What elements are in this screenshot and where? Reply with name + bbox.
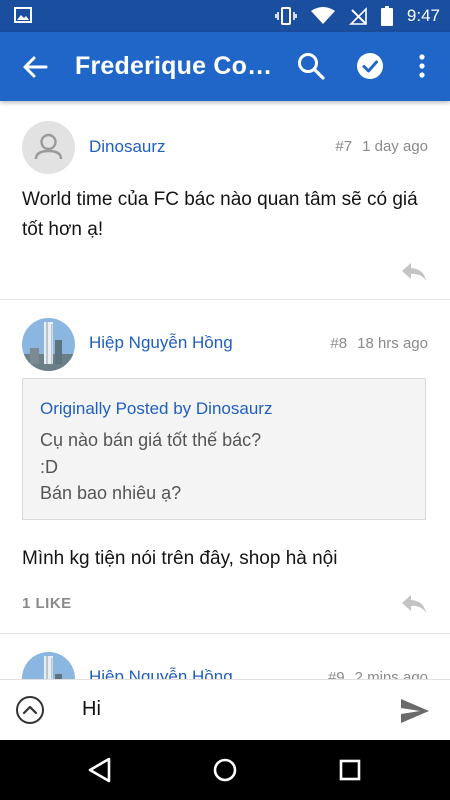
avatar[interactable] <box>22 121 75 174</box>
quote-header[interactable]: Originally Posted by Dinosaurz <box>40 399 272 419</box>
post-body: World time của FC bác nào quan tâm sẽ có… <box>22 189 418 240</box>
post-author[interactable]: Hiệp Nguyễn Hồng <box>89 333 233 353</box>
post-number: #7 <box>335 138 353 155</box>
back-arrow-icon[interactable] <box>20 52 50 82</box>
post-time: 1 day ago <box>362 138 428 155</box>
post-meta: #8 18 hrs ago <box>330 335 428 352</box>
page-title: Frederique Constant <box>75 52 283 80</box>
status-bar: 9:47 <box>0 0 450 32</box>
quote-line: Cụ nào bán giá tốt thế bác? <box>40 430 262 450</box>
quote-line: Bán bao nhiêu ạ? <box>40 483 182 503</box>
avatar[interactable] <box>22 318 75 371</box>
check-circle-icon[interactable] <box>356 52 384 80</box>
post-item: Hiệp Nguyễn Hồng #8 18 hrs ago Originally… <box>0 300 450 634</box>
more-vert-icon[interactable] <box>410 52 434 80</box>
post-number: #9 <box>327 669 345 679</box>
avatar[interactable] <box>22 652 75 679</box>
quote-line: :D <box>40 457 58 477</box>
post-author[interactable]: Dinosaurz <box>89 137 166 157</box>
search-icon[interactable] <box>296 51 326 81</box>
post-item: Hiệp Nguyễn Hồng #9 2 mins ago <box>0 634 450 679</box>
post-time: 2 mins ago <box>354 669 428 679</box>
reply-icon[interactable] <box>400 261 428 283</box>
vibrate-icon <box>275 7 297 25</box>
building-photo <box>22 652 75 679</box>
post-time: 18 hrs ago <box>357 335 428 352</box>
image-icon <box>14 7 32 23</box>
message-input[interactable]: Hi <box>82 698 101 721</box>
person-icon <box>34 133 63 160</box>
status-time: 9:47 <box>406 6 440 25</box>
system-nav-bar <box>0 740 450 800</box>
reply-icon[interactable] <box>400 593 428 615</box>
post-item: Dinosaurz #7 1 day ago World time của FC … <box>0 101 450 300</box>
quote-block: Originally Posted by Dinosaurz Cụ nào bá… <box>22 378 426 520</box>
send-icon[interactable] <box>400 698 430 724</box>
post-meta: #9 2 mins ago <box>328 669 428 679</box>
like-count[interactable]: 1 LIKE <box>22 595 72 612</box>
post-number: #8 <box>330 335 348 352</box>
no-sim-icon <box>348 7 367 25</box>
post-body: Mình kg tiện nói trên đây, shop hà nội <box>22 548 338 569</box>
post-author[interactable]: Hiệp Nguyễn Hồng <box>89 667 233 679</box>
wifi-icon <box>310 7 335 24</box>
nav-home-icon[interactable] <box>211 757 239 783</box>
nav-recents-icon[interactable] <box>336 757 364 783</box>
reply-composer: Hi <box>0 679 450 741</box>
post-feed[interactable]: Dinosaurz #7 1 day ago World time của FC … <box>0 101 450 679</box>
app-bar: Frederique Constant <box>0 32 450 101</box>
battery-icon <box>380 6 393 26</box>
nav-back-icon[interactable] <box>86 757 114 783</box>
post-meta: #7 1 day ago <box>335 138 428 155</box>
expand-up-icon[interactable] <box>15 695 45 725</box>
building-photo <box>22 318 75 371</box>
